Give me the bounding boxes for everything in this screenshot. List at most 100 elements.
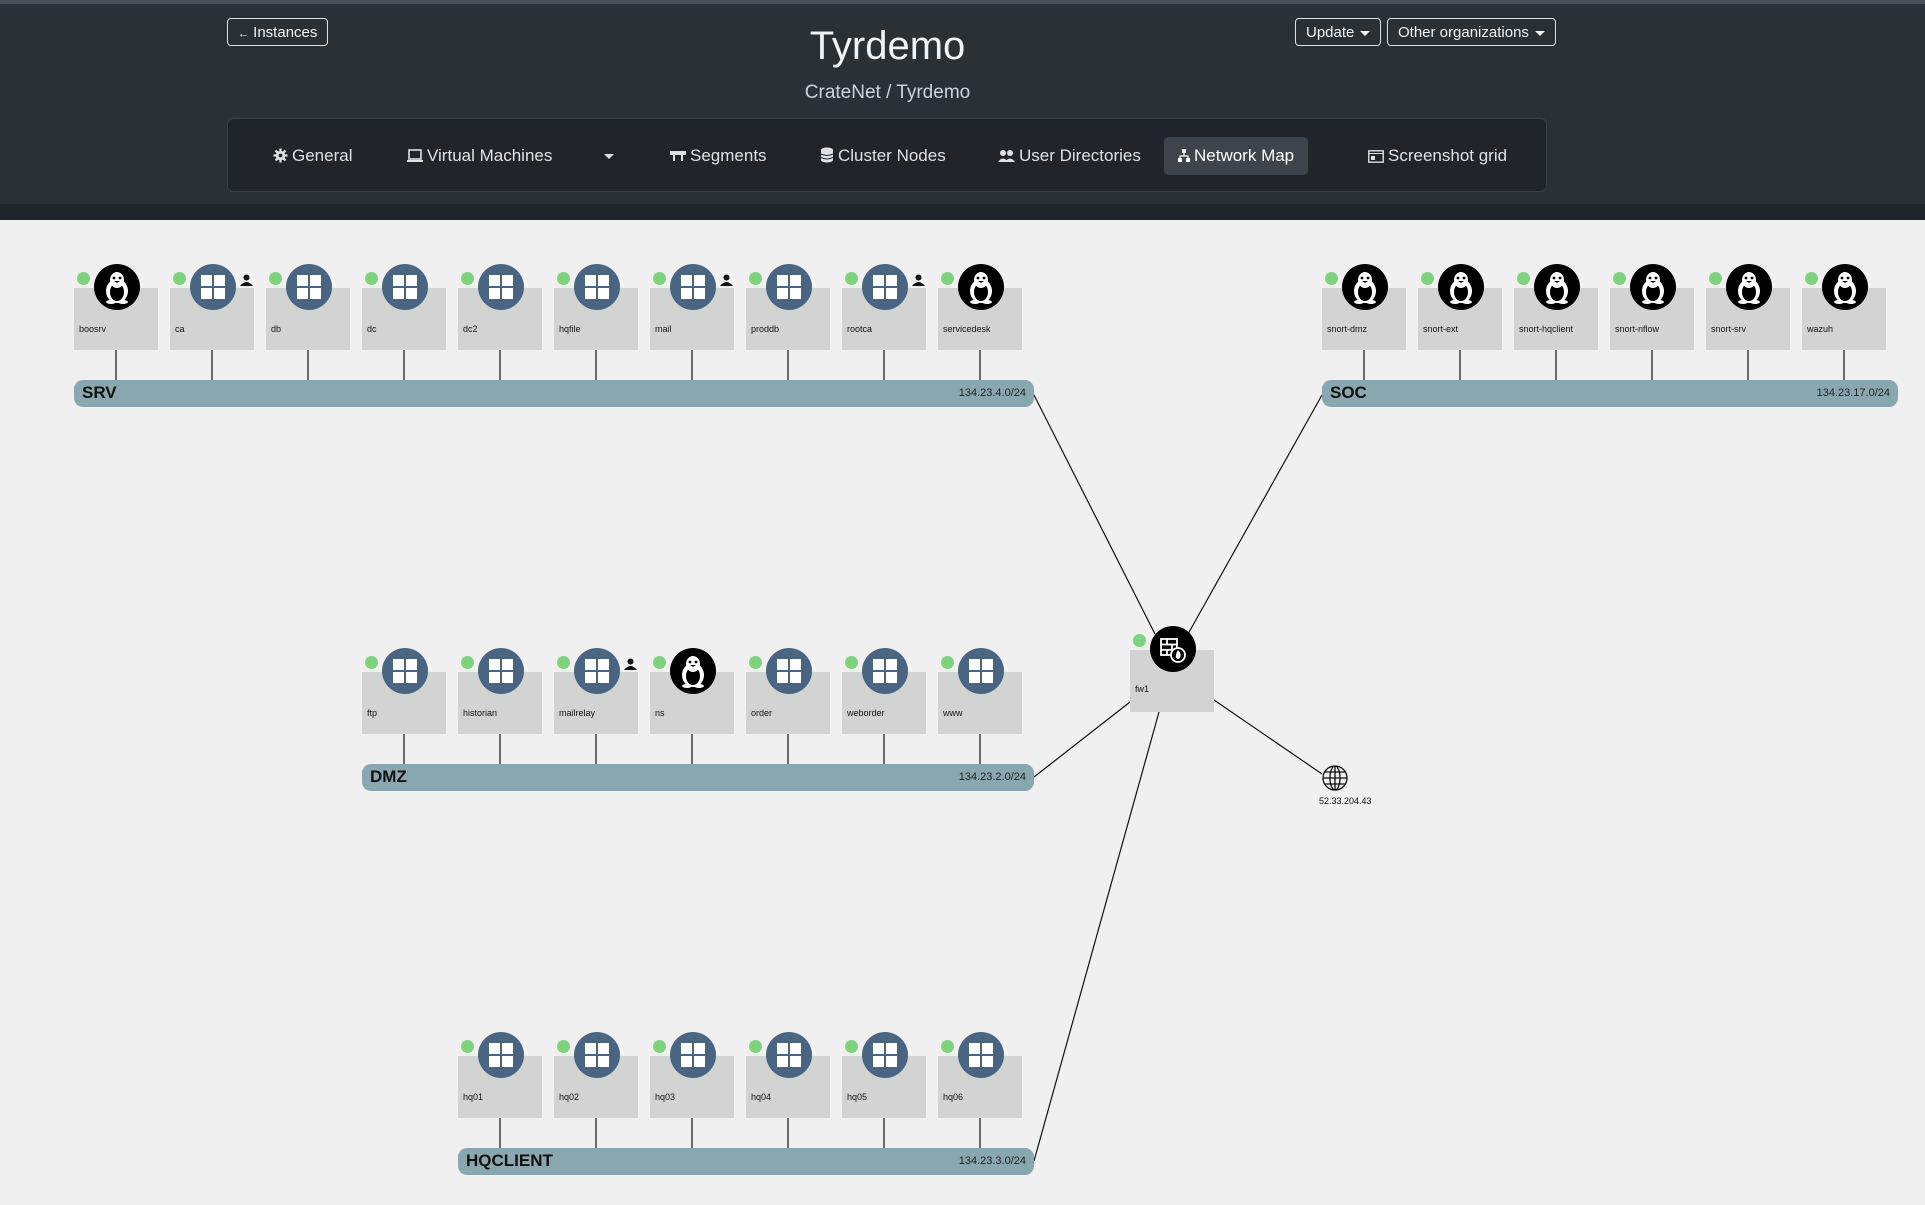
segment-cidr: 134.23.3.0/24: [958, 1155, 1026, 1167]
windows-icon: [478, 1032, 524, 1078]
vm-node-db[interactable]: db: [266, 264, 350, 350]
vm-node-historian[interactable]: historian: [458, 648, 542, 734]
firewall-node[interactable]: fw1: [1130, 626, 1214, 712]
status-indicator: [461, 656, 474, 669]
vm-node-ftp[interactable]: ftp: [362, 648, 446, 734]
vm-node-order[interactable]: order: [746, 648, 830, 734]
network-map-canvas: SRV 134.23.4.0/24 SOC 134.23.17.0/24 DMZ…: [0, 220, 1925, 1205]
vm-node-www[interactable]: www: [938, 648, 1022, 734]
user-icon: [912, 273, 925, 291]
status-indicator: [1613, 272, 1626, 285]
vm-node-ca[interactable]: ca: [170, 264, 254, 350]
tab-general[interactable]: General: [259, 137, 366, 175]
vm-node-wazuh[interactable]: wazuh: [1802, 264, 1886, 350]
vm-node-hq03[interactable]: hq03: [650, 1032, 734, 1118]
gear-icon: [273, 148, 288, 163]
segment-srv[interactable]: SRV 134.23.4.0/24: [74, 380, 1034, 407]
vm-node-dc2[interactable]: dc2: [458, 264, 542, 350]
status-indicator: [1325, 272, 1338, 285]
user-icon: [240, 273, 253, 291]
node-label: historian: [463, 708, 498, 718]
linux-icon: [1534, 264, 1580, 310]
user-icon: [624, 657, 637, 675]
status-indicator: [653, 656, 666, 669]
node-label: servicedesk: [943, 324, 991, 334]
tab-screenshot-grid[interactable]: Screenshot grid: [1354, 137, 1521, 175]
windows-icon: [478, 648, 524, 694]
tab-user-directories-label: User Directories: [1019, 146, 1141, 165]
vm-node-proddb[interactable]: proddb: [746, 264, 830, 350]
node-label: hq01: [463, 1092, 484, 1102]
node-label: hq02: [559, 1092, 580, 1102]
status-indicator: [749, 656, 762, 669]
vm-node-weborder[interactable]: weborder: [842, 648, 926, 734]
tab-navigation: General Virtual Machines Segments Cluste…: [227, 118, 1547, 192]
status-indicator: [461, 1040, 474, 1053]
internet-firewall-link: [1213, 699, 1323, 775]
node-label: dc: [367, 324, 377, 334]
linux-icon: [94, 264, 140, 310]
status-indicator: [653, 1040, 666, 1053]
vm-node-hq02[interactable]: hq02: [554, 1032, 638, 1118]
windows-icon: [190, 264, 236, 310]
status-indicator: [749, 1040, 762, 1053]
node-label: ns: [655, 708, 665, 718]
vm-node-mailrelay[interactable]: mailrelay: [554, 648, 638, 734]
other-organizations-button[interactable]: Other organizations: [1387, 18, 1556, 46]
linux-icon: [1438, 264, 1484, 310]
tab-network-map[interactable]: Network Map: [1164, 137, 1309, 175]
windows-icon: [670, 1032, 716, 1078]
segment-soc[interactable]: SOC 134.23.17.0/24: [1322, 380, 1898, 407]
windows-icon: [382, 264, 428, 310]
segments-icon: [670, 151, 686, 161]
hqclient-firewall-link: [1033, 711, 1160, 1162]
vm-dropdown-caret-icon[interactable]: [604, 154, 614, 159]
vm-node-snort-ext[interactable]: snort-ext: [1418, 264, 1502, 350]
vm-node-hq01[interactable]: hq01: [458, 1032, 542, 1118]
vm-node-hq06[interactable]: hq06: [938, 1032, 1022, 1118]
vm-node-snort-nflow[interactable]: snort-nflow: [1610, 264, 1694, 350]
vm-node-snort-hqclient[interactable]: snort-hqclient: [1514, 264, 1598, 350]
update-button[interactable]: Update: [1295, 18, 1382, 46]
soc-firewall-link: [1187, 394, 1323, 635]
users-icon: [998, 150, 1015, 162]
tab-virtual-machines[interactable]: Virtual Machines: [393, 137, 566, 175]
vm-node-hq05[interactable]: hq05: [842, 1032, 926, 1118]
segment-hqclient[interactable]: HQCLIENT 134.23.3.0/24: [458, 1148, 1034, 1175]
linux-icon: [958, 264, 1004, 310]
status-indicator: [557, 1040, 570, 1053]
tab-network-map-label: Network Map: [1194, 146, 1295, 165]
status-indicator: [941, 1040, 954, 1053]
page-subtitle: CrateNet / Tyrdemo: [804, 82, 971, 103]
segment-dmz[interactable]: DMZ 134.23.2.0/24: [362, 764, 1034, 791]
vm-node-ns[interactable]: ns: [650, 648, 734, 734]
tab-cluster-nodes-label: Cluster Nodes: [838, 146, 946, 165]
vm-node-hqfile[interactable]: hqfile: [554, 264, 638, 350]
tab-virtual-machines-label: Virtual Machines: [427, 146, 553, 165]
tab-user-directories[interactable]: User Directories: [984, 137, 1155, 175]
tab-cluster-nodes[interactable]: Cluster Nodes: [806, 137, 960, 175]
vm-node-rootca[interactable]: rootca: [842, 264, 926, 350]
windows-icon: [766, 648, 812, 694]
tab-screenshot-grid-label: Screenshot grid: [1388, 146, 1508, 165]
vm-node-mail[interactable]: mail: [650, 264, 734, 350]
tab-segments[interactable]: Segments: [656, 137, 781, 175]
status-indicator: [941, 656, 954, 669]
vm-node-snort-srv[interactable]: snort-srv: [1706, 264, 1790, 350]
vm-node-servicedesk[interactable]: servicedesk: [938, 264, 1022, 350]
external-ip: 52.33.204.43: [1319, 796, 1372, 806]
vm-node-snort-dmz[interactable]: snort-dmz: [1322, 264, 1406, 350]
status-indicator: [1133, 634, 1146, 647]
status-indicator: [653, 272, 666, 285]
vm-node-hq04[interactable]: hq04: [746, 1032, 830, 1118]
status-indicator: [557, 272, 570, 285]
linux-icon: [670, 648, 716, 694]
vm-node-boosrv[interactable]: boosrv: [74, 264, 158, 350]
internet-node[interactable]: 52.33.204.43: [1319, 764, 1372, 806]
windows-icon: [382, 648, 428, 694]
linux-icon: [1726, 264, 1772, 310]
vm-node-dc[interactable]: dc: [362, 264, 446, 350]
status-indicator: [77, 272, 90, 285]
segment-cidr: 134.23.4.0/24: [958, 387, 1026, 399]
laptop-icon: [407, 149, 423, 162]
